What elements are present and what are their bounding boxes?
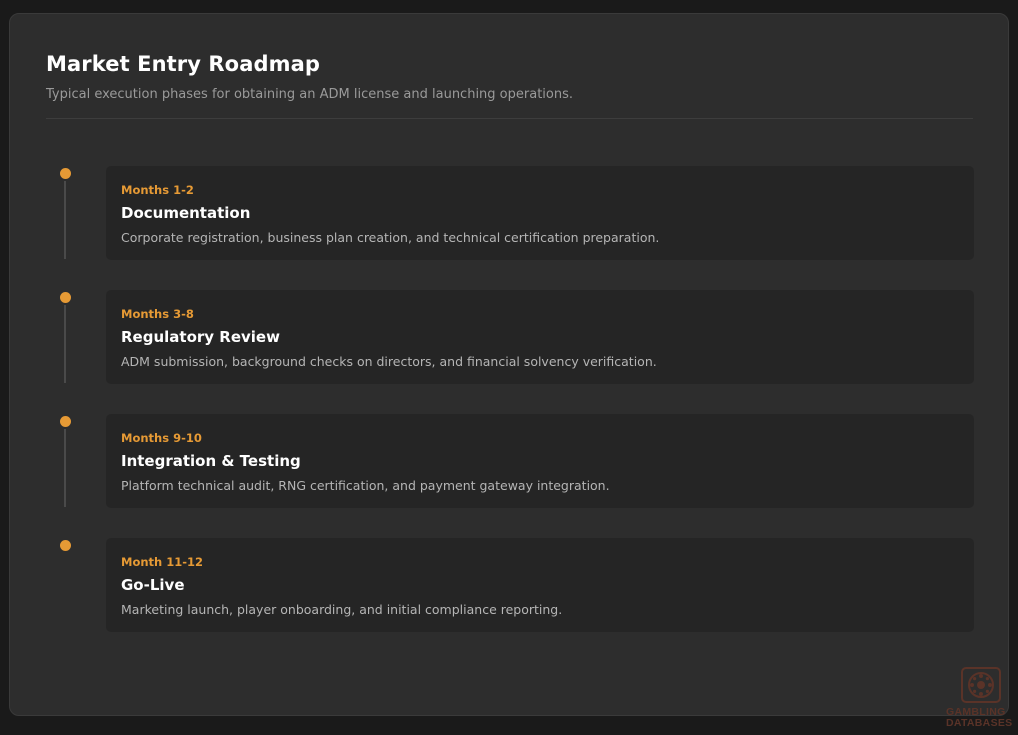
timeline-item-integration-testing: Months 9-10 Integration & Testing Platfo… xyxy=(10,414,1010,510)
phase-period: Month 11-12 xyxy=(121,555,203,569)
timeline-item-documentation: Months 1-2 Documentation Corporate regis… xyxy=(10,166,1010,262)
timeline-connector xyxy=(64,181,66,259)
timeline-dot xyxy=(60,540,71,551)
phase-description: Marketing launch, player onboarding, and… xyxy=(121,602,563,617)
timeline-connector xyxy=(64,429,66,507)
phase-card: Month 11-12 Go-Live Marketing launch, pl… xyxy=(106,538,974,632)
phase-title: Go-Live xyxy=(121,576,185,594)
phase-description: ADM submission, background checks on dir… xyxy=(121,354,657,369)
timeline-connector xyxy=(64,305,66,383)
timeline-item-regulatory-review: Months 3-8 Regulatory Review ADM submiss… xyxy=(10,290,1010,386)
roulette-wheel-icon xyxy=(961,667,1001,703)
phase-period: Months 9-10 xyxy=(121,431,202,445)
phase-description: Platform technical audit, RNG certificat… xyxy=(121,478,610,493)
phase-title: Regulatory Review xyxy=(121,328,280,346)
phase-card: Months 9-10 Integration & Testing Platfo… xyxy=(106,414,974,508)
phase-card: Months 1-2 Documentation Corporate regis… xyxy=(106,166,974,260)
page-title: Market Entry Roadmap xyxy=(46,52,320,76)
timeline-item-go-live: Month 11-12 Go-Live Marketing launch, pl… xyxy=(10,538,1010,634)
watermark-text: GAMBLING DATABASES xyxy=(946,707,1016,729)
gambling-databases-watermark: GAMBLING DATABASES xyxy=(946,666,1016,732)
page-subtitle: Typical execution phases for obtaining a… xyxy=(46,87,574,102)
timeline-dot xyxy=(60,292,71,303)
roadmap-panel: Market Entry Roadmap Typical execution p… xyxy=(9,13,1009,716)
timeline-dot xyxy=(60,416,71,427)
timeline-dot xyxy=(60,168,71,179)
phase-card: Months 3-8 Regulatory Review ADM submiss… xyxy=(106,290,974,384)
phase-title: Documentation xyxy=(121,204,251,222)
header-divider xyxy=(46,118,973,119)
phase-description: Corporate registration, business plan cr… xyxy=(121,230,660,245)
phase-period: Months 1-2 xyxy=(121,183,194,197)
phase-period: Months 3-8 xyxy=(121,307,194,321)
phase-title: Integration & Testing xyxy=(121,452,301,470)
watermark-line-2: DATABASES xyxy=(946,717,1013,729)
